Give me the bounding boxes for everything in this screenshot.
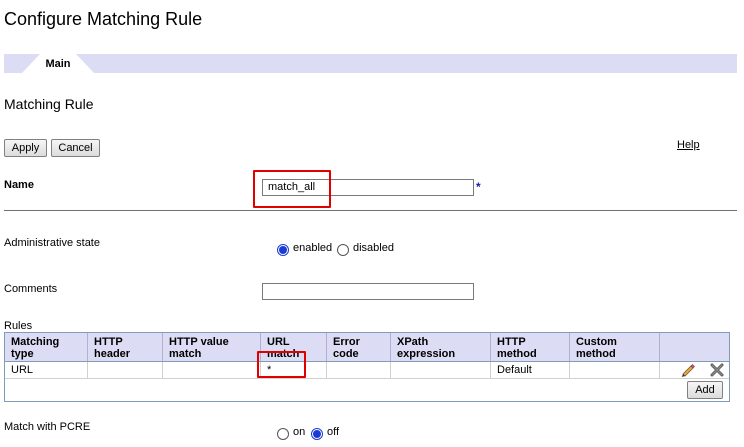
cell-error-code bbox=[327, 362, 391, 379]
rules-table-header: Matching type HTTP header HTTP value mat… bbox=[5, 333, 729, 362]
radio-pcre-on-label: on bbox=[293, 426, 306, 438]
help-link[interactable]: Help bbox=[677, 139, 700, 151]
radio-disabled[interactable] bbox=[337, 244, 349, 256]
radio-disabled-label: disabled bbox=[353, 242, 394, 254]
rules-label: Rules bbox=[4, 320, 33, 332]
radio-pcre-off[interactable] bbox=[311, 428, 323, 440]
col-matching-type: Matching type bbox=[5, 333, 88, 361]
tab-main-label: Main bbox=[45, 58, 71, 70]
radio-enabled-label: enabled bbox=[293, 242, 333, 254]
admin-state-label: Administrative state bbox=[4, 237, 100, 249]
cell-http-header bbox=[88, 362, 163, 379]
name-label: Name bbox=[4, 179, 34, 191]
tab-main[interactable]: Main bbox=[22, 54, 94, 73]
highlight-box-name bbox=[253, 170, 331, 208]
edit-pencil-icon[interactable] bbox=[680, 363, 696, 378]
delete-x-icon[interactable] bbox=[710, 363, 724, 377]
page-title: Configure Matching Rule bbox=[4, 9, 203, 29]
col-xpath-expression: XPath expression bbox=[391, 333, 491, 361]
rules-table: Matching type HTTP header HTTP value mat… bbox=[4, 332, 730, 402]
col-error-code: Error code bbox=[327, 333, 391, 361]
col-http-method: HTTP method bbox=[491, 333, 570, 361]
cell-http-method: Default bbox=[491, 362, 570, 379]
pcre-label: Match with PCRE bbox=[4, 421, 91, 433]
col-actions bbox=[660, 333, 729, 361]
apply-button[interactable]: Apply bbox=[4, 139, 47, 157]
cell-matching-type: URL bbox=[5, 362, 88, 379]
section-title: Matching Rule bbox=[4, 96, 94, 112]
radio-pcre-on[interactable] bbox=[277, 428, 289, 440]
comments-input[interactable] bbox=[262, 283, 474, 300]
cell-custom-method bbox=[570, 362, 660, 379]
radio-pcre-off-label: off bbox=[327, 426, 340, 438]
cell-xpath-expression bbox=[391, 362, 491, 379]
tab-bar: Main bbox=[4, 54, 737, 73]
cell-actions bbox=[660, 362, 729, 379]
col-http-value-match: HTTP value match bbox=[163, 333, 261, 361]
radio-enabled[interactable] bbox=[277, 244, 289, 256]
col-custom-method: Custom method bbox=[570, 333, 660, 361]
comments-label: Comments bbox=[4, 283, 58, 295]
add-rule-button[interactable]: Add bbox=[687, 381, 723, 399]
col-http-header: HTTP header bbox=[88, 333, 163, 361]
cancel-button[interactable]: Cancel bbox=[51, 139, 100, 157]
cell-http-value-match bbox=[163, 362, 261, 379]
required-marker: * bbox=[476, 180, 481, 194]
divider bbox=[4, 210, 737, 211]
highlight-box-url-match bbox=[257, 351, 306, 378]
